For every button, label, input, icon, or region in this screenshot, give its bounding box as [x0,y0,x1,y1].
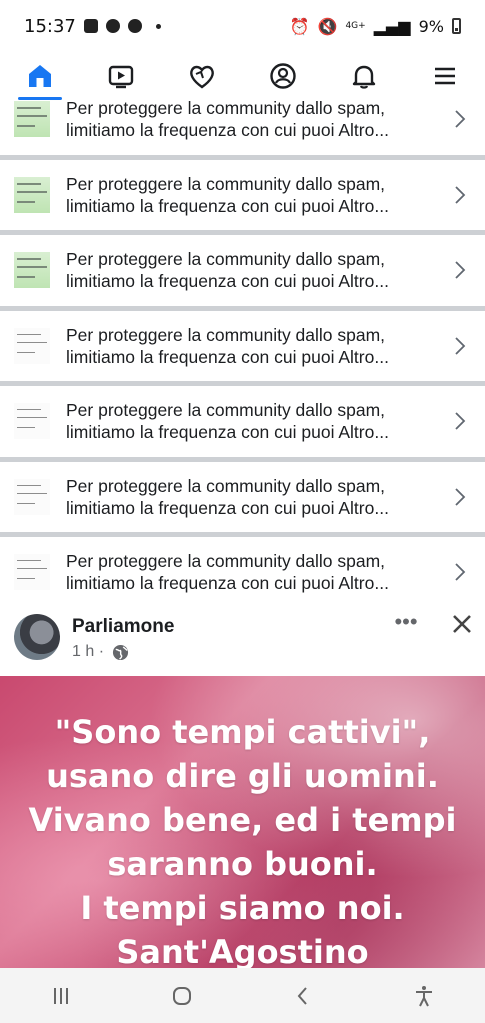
recent-apps-button[interactable] [41,976,81,1016]
list-item[interactable]: Per proteggere la community dallo spam, l… [0,461,485,537]
gallery-icon [83,19,98,33]
chevron-right-icon[interactable] [449,259,471,281]
network-type: 4G+ [345,20,366,31]
notification-text: Per proteggere la community dallo spam, l… [66,550,441,594]
notification-text: Per proteggere la community dallo spam, l… [66,475,441,519]
quote-line: I tempi siamo noi. [80,889,405,927]
notification-line-1: Per proteggere la community dallo spam, [66,100,386,119]
quote-line: usano dire gli uomini. [46,757,439,795]
chevron-right-icon[interactable] [449,335,471,357]
list-item[interactable]: Per proteggere la community dallo spam, l… [0,386,485,462]
nav-home[interactable] [10,52,70,100]
profile-icon [270,63,296,89]
nav-notifications[interactable] [334,52,394,100]
post-time: 1 h · [72,643,105,660]
home-icon [29,65,52,87]
notification-thumbnail [14,101,50,138]
battery-icon [452,18,461,34]
globe-icon [112,644,129,660]
battery-percent: 9% [418,16,444,36]
notification-line-2: limitiamo la frequenza con cui puoi Altr… [66,120,389,141]
notification-thumbnail [14,403,50,440]
more-notifications-dot-icon [155,23,161,29]
post-header: Parliamone 1 h · ••• [0,598,485,676]
signal-icon: ▂▄▆ [373,16,411,36]
heart-icon [190,65,214,89]
list-item[interactable]: Per proteggere la community dallo spam, l… [0,100,485,160]
back-chevron-icon [297,986,307,1005]
notification-line-1: Per proteggere la community dallo spam, [66,249,386,270]
list-item[interactable]: Per proteggere la community dallo spam, l… [0,235,485,311]
alarm-icon: ⏰ [289,16,310,36]
back-button[interactable] [283,976,323,1016]
hamburger-menu-icon [434,67,455,85]
status-time: 15:37 [24,15,76,37]
nav-profile[interactable] [253,52,313,100]
system-nav-bar [0,968,485,1023]
notification-thumbnail [14,176,50,213]
notification-line-2: limitiamo la frequenza con cui puoi Altr… [66,271,389,292]
bell-icon [352,65,375,89]
chevron-right-icon[interactable] [449,561,471,583]
video-icon [109,65,134,89]
more-options-button[interactable]: ••• [392,611,420,636]
mute-icon: 🔇 [317,16,338,36]
facebook-icon [105,19,120,33]
notification-line-1: Per proteggere la community dallo spam, [66,324,386,345]
notification-line-1: Per proteggere la community dallo spam, [66,400,386,421]
notification-line-2: limitiamo la frequenza con cui puoi Altr… [66,422,389,443]
quote-line: saranno buoni. [107,845,378,883]
post-author[interactable]: Parliamone [72,616,174,638]
notification-thumbnail [14,327,50,364]
close-icon[interactable] [448,610,476,638]
avatar[interactable] [14,614,60,660]
home-circle-icon [172,986,191,1005]
list-item[interactable]: Per proteggere la community dallo spam, l… [0,159,485,235]
accessibility-button[interactable] [404,976,444,1016]
notification-line-2: limitiamo la frequenza con cui puoi Altr… [66,497,389,518]
recent-apps-icon [53,987,68,1004]
nav-menu[interactable] [415,52,475,100]
quote-line: Vivano bene, ed i tempi [28,801,457,839]
notification-text: Per proteggere la community dallo spam, l… [66,173,441,217]
home-button[interactable] [162,976,202,1016]
notification-line-2: limitiamo la frequenza con cui puoi Altr… [66,195,389,216]
notification-thumbnail [14,554,50,591]
notification-thumbnail [14,478,50,515]
notification-text: Per proteggere la community dallo spam, l… [66,324,441,368]
nav-dating[interactable] [172,52,232,100]
list-item[interactable]: Per proteggere la community dallo spam, l… [0,310,485,386]
notification-line-2: limitiamo la frequenza con cui puoi Altr… [66,346,389,367]
chevron-right-icon[interactable] [449,108,471,130]
facebook-icon [127,19,142,33]
notification-line-2: limitiamo la frequenza con cui puoi Altr… [66,573,389,594]
quote-line: Sant'Agostino [116,933,369,968]
post-image[interactable]: "Sono tempi cattivi", usano dire gli uomi… [0,676,485,968]
top-nav [0,52,485,100]
notification-line-1: Per proteggere la community dallo spam, [66,475,386,496]
notification-line-1: Per proteggere la community dallo spam, [66,551,386,572]
notification-thumbnail [14,252,50,289]
notification-line-1: Per proteggere la community dallo spam, [66,173,386,194]
notification-list: Per proteggere la community dallo spam, l… [0,100,485,596]
quote-text: "Sono tempi cattivi", usano dire gli uomi… [0,710,485,968]
quote-line: "Sono tempi cattivi", [54,713,431,751]
status-bar: 15:37 ⏰ 🔇 4G+ ▂▄▆ 9% [0,0,485,52]
list-item[interactable]: Per proteggere la community dallo spam, l… [0,537,485,596]
notification-text: Per proteggere la community dallo spam, l… [66,399,441,443]
notification-text: Per proteggere la community dallo spam, l… [66,248,441,292]
chevron-right-icon[interactable] [449,184,471,206]
notification-text: Per proteggere la community dallo spam, l… [66,100,441,141]
chevron-right-icon[interactable] [449,486,471,508]
accessibility-icon [416,985,433,1006]
nav-watch[interactable] [91,52,151,100]
post-card: Parliamone 1 h · ••• "Sono tempi cattivi… [0,598,485,968]
post-meta: 1 h · [72,643,129,661]
chevron-right-icon[interactable] [449,410,471,432]
